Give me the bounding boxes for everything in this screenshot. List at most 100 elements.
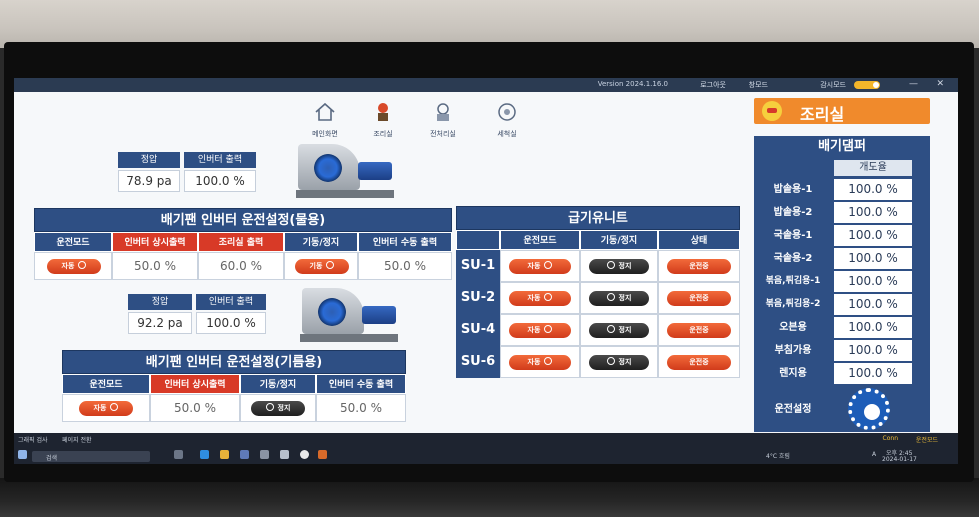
su-start-stop-button[interactable]: 정지 (589, 259, 649, 274)
taskbar-link[interactable]: 그래픽 검사 (18, 435, 48, 444)
nav-cooking-room-label: 조리실 (373, 130, 393, 138)
damper-row-label: 밥솥용-2 (773, 207, 813, 218)
water-mode-button[interactable]: 자동 (47, 259, 101, 274)
nav-prep-room[interactable]: 전처리실 (418, 102, 468, 142)
su-start-stop-text: 정지 (618, 326, 632, 334)
su-start-stop-cell: 정지 (580, 314, 658, 346)
oil-inverter-output-label: 인버터 출력 (196, 294, 266, 310)
su-row-label: SU-6 (456, 346, 500, 378)
screen-mode-button[interactable]: 창모드 (749, 80, 768, 90)
power-icon (544, 293, 553, 301)
power-icon (606, 293, 615, 301)
power-icon (326, 261, 335, 269)
su-start-stop-cell: 정지 (580, 250, 658, 282)
water-header-start-stop: 기동/정지 (284, 232, 358, 252)
water-static-pressure-value: 78.9 pa (118, 170, 180, 192)
hmi-app-icon[interactable] (318, 450, 327, 459)
windows-start-icon[interactable] (18, 450, 27, 459)
task-view-icon[interactable] (174, 450, 183, 459)
su-status-badge: 운전중 (667, 355, 731, 370)
damper-row-label: 렌지용 (779, 368, 807, 379)
chrome-icon[interactable] (300, 450, 309, 459)
damper-row-value[interactable]: 100.0 % (834, 271, 912, 292)
su-mode-cell: 자동 (500, 346, 580, 378)
water-mode-text: 자동 (61, 262, 75, 270)
background-floor (0, 478, 979, 517)
oil-start-stop-button[interactable]: 정지 (251, 401, 305, 416)
water-inverter-output-label: 인버터 출력 (184, 152, 256, 168)
power-icon (78, 261, 87, 269)
logout-button[interactable]: 로그아웃 (700, 80, 726, 90)
supply-unit-title: 급기유니트 (456, 206, 740, 230)
water-header-constant: 인버터 상시출력 (112, 232, 198, 252)
mail-icon[interactable] (280, 450, 289, 459)
damper-row-value[interactable]: 100.0 % (834, 340, 912, 361)
oil-mode-button[interactable]: 자동 (79, 401, 133, 416)
su-start-stop-button[interactable]: 정지 (589, 323, 649, 338)
main-content: 메인화면 조리실 전처리실 세척실 조리실 정압 인버터 출력 78.9 pa … (14, 92, 958, 433)
taskbar-link[interactable]: 페이지 전환 (62, 435, 92, 444)
taskbar-search[interactable]: 검색 (32, 451, 150, 462)
version-text: Version 2024.1.16.0 (597, 80, 668, 88)
damper-row-value[interactable]: 100.0 % (834, 179, 912, 200)
su-start-stop-text: 정지 (618, 358, 632, 366)
exhaust-damper-panel: 배기댐퍼 개도율 밥솥용-1 100.0 % 밥솥용-2 100.0 % 국솥용… (754, 136, 930, 432)
oil-static-pressure-value: 92.2 pa (128, 312, 192, 334)
water-start-stop-text: 기동 (309, 262, 323, 270)
oil-mode-text: 자동 (93, 404, 107, 412)
su-start-stop-button[interactable]: 정지 (589, 355, 649, 370)
damper-row-value[interactable]: 100.0 % (834, 317, 912, 338)
su-status-cell: 운전중 (658, 250, 740, 282)
oil-constant-output[interactable]: 50.0 % (150, 394, 240, 422)
damper-row-value[interactable]: 100.0 % (834, 248, 912, 269)
damper-row-value[interactable]: 100.0 % (834, 294, 912, 315)
close-icon[interactable]: ✕ (936, 79, 944, 89)
explorer-icon[interactable] (220, 450, 229, 459)
su-mode-text: 자동 (527, 262, 541, 270)
water-manual-output[interactable]: 50.0 % (358, 252, 452, 280)
su-mode-button[interactable]: 자동 (509, 259, 571, 274)
nav-wash-room[interactable]: 세척실 (482, 102, 532, 142)
monitor-screen: Version 2024.1.16.0 로그아웃 창모드 감시모드 — ✕ 메인… (14, 78, 958, 464)
water-constant-output[interactable]: 50.0 % (112, 252, 198, 280)
status-run-mode: 운전모드 (915, 437, 938, 444)
su-mode-button[interactable]: 자동 (509, 291, 571, 306)
oil-header-start-stop: 기동/정지 (240, 374, 316, 394)
minimize-icon[interactable]: — (909, 79, 918, 89)
water-header-manual: 인버터 수동 출력 (358, 232, 452, 252)
room-badge: 조리실 (754, 98, 930, 124)
supply-header-blank (456, 230, 500, 250)
app-icon[interactable] (260, 450, 269, 459)
su-start-stop-text: 정지 (618, 262, 632, 270)
damper-row-value[interactable]: 100.0 % (834, 202, 912, 223)
input-language[interactable]: A (872, 451, 876, 458)
nav-cooking-room[interactable]: 조리실 (358, 102, 408, 142)
water-start-stop-button[interactable]: 기동 (295, 259, 349, 274)
su-start-stop-button[interactable]: 정지 (589, 291, 649, 306)
damper-opening-header: 개도율 (834, 160, 912, 176)
damper-row-value[interactable]: 100.0 % (834, 363, 912, 384)
nav-main[interactable]: 메인화면 (300, 102, 350, 142)
damper-row-label: 볶음,튀김용-1 (765, 276, 821, 286)
chef-emblem-icon (762, 101, 782, 121)
oil-static-pressure-label: 정압 (128, 294, 192, 310)
su-mode-button[interactable]: 자동 (509, 323, 571, 338)
weather-text: 4°C 흐림 (766, 453, 790, 460)
damper-row-label: 볶음,튀김용-2 (765, 299, 821, 309)
su-mode-cell: 자동 (500, 282, 580, 314)
su-row-label: SU-2 (456, 282, 500, 314)
monitor-mode-toggle[interactable] (854, 81, 880, 89)
su-mode-button[interactable]: 자동 (509, 355, 571, 370)
water-room-output[interactable]: 60.0 % (198, 252, 284, 280)
su-mode-text: 자동 (527, 294, 541, 302)
oil-start-stop-cell: 정지 (240, 394, 316, 422)
windows-taskbar: 그래픽 검사 페이지 전환 Conn 운전모드 검색 4°C 흐림 A 오후 2… (14, 433, 958, 464)
oil-manual-output[interactable]: 50.0 % (316, 394, 406, 422)
oil-start-stop-text: 정지 (277, 404, 291, 412)
edge-icon[interactable] (200, 450, 209, 459)
damper-row-label: 국솥용-2 (773, 253, 813, 264)
damper-row-value[interactable]: 100.0 % (834, 225, 912, 246)
store-icon[interactable] (240, 450, 249, 459)
gear-icon[interactable] (848, 388, 890, 430)
damper-row-label: 부침가용 (774, 345, 812, 356)
